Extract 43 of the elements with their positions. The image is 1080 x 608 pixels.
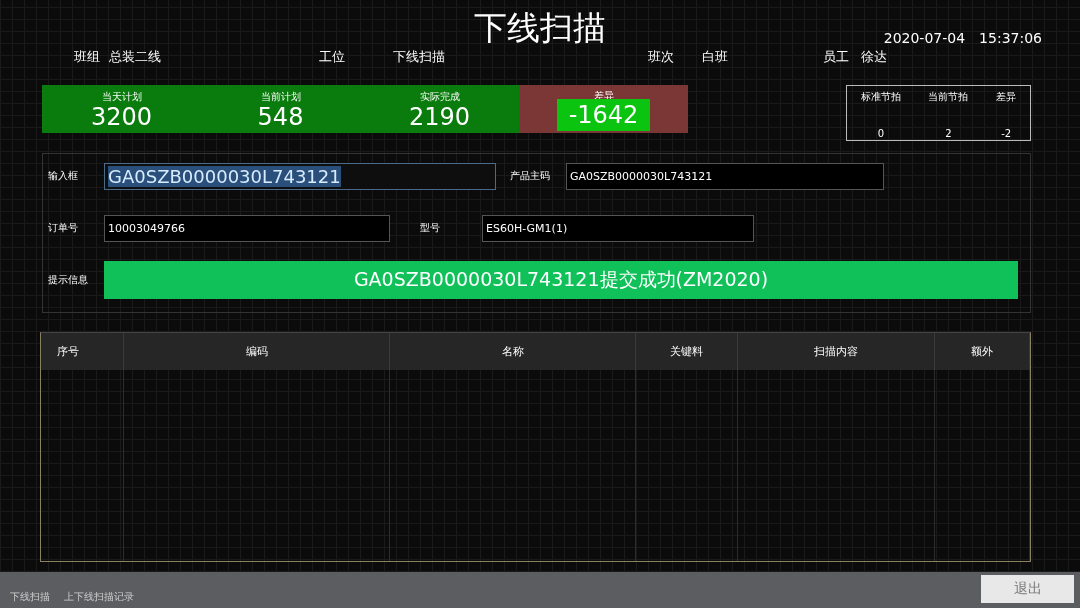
field-label: 输入框: [47, 169, 79, 183]
product-code-field[interactable]: GA0SZB0000030L743121: [566, 162, 884, 190]
info-label: 班次: [648, 48, 674, 66]
column-header: 名称: [390, 333, 636, 370]
field-label: 提示信息: [47, 273, 89, 287]
stat-value: 3200: [90, 103, 153, 131]
order-number-field[interactable]: 10003049766: [104, 214, 390, 242]
info-value: 白班: [702, 48, 728, 66]
stat-value: 548: [257, 103, 304, 131]
info-label: 员工: [823, 48, 849, 66]
message-banner: GA0SZB0000030L743121提交成功(ZM2020): [104, 261, 1018, 299]
taskbar-item[interactable]: 下线扫描: [10, 590, 50, 604]
stat-label: 实际完成: [419, 91, 460, 103]
info-label: 工位: [319, 48, 345, 66]
exit-button[interactable]: 退出: [981, 575, 1074, 603]
info-value: 总装二线: [109, 48, 161, 66]
time-text: 15:37:06: [979, 30, 1042, 46]
takt-label: 差异: [996, 90, 1017, 104]
stat-label: 当天计划: [101, 91, 142, 103]
column-header: 编码: [123, 333, 391, 370]
takt-label: 标准节拍: [860, 90, 901, 104]
field-label: 型号: [420, 221, 441, 235]
field-label: 产品主码: [510, 169, 551, 183]
taskbar-item[interactable]: 上下线扫描记录: [64, 590, 134, 604]
takt-value: -2: [1001, 128, 1012, 139]
stat-label: 当前计划: [260, 91, 301, 103]
takt-value: 2: [945, 128, 952, 139]
takt-value: 0: [877, 128, 884, 139]
column-header: 额外: [935, 333, 1030, 370]
stat-value: 2190: [408, 103, 471, 131]
model-field[interactable]: ES60H-GM1(1): [482, 214, 754, 242]
takt-label: 当前节拍: [928, 90, 969, 104]
stat-value: -1642: [556, 99, 651, 131]
field-label: 订单号: [47, 221, 79, 235]
info-value: 下线扫描: [393, 48, 445, 66]
column-header: 关键料: [635, 333, 738, 370]
date-text: 2020-07-04: [883, 30, 966, 46]
column-header: 扫描内容: [737, 333, 936, 370]
info-value: 徐达: [861, 48, 887, 66]
column-header: 序号: [41, 333, 124, 370]
page-title: 下线扫描: [474, 8, 606, 46]
info-label: 班组: [74, 48, 100, 66]
input-field[interactable]: GA0SZB0000030L743121: [104, 162, 496, 190]
